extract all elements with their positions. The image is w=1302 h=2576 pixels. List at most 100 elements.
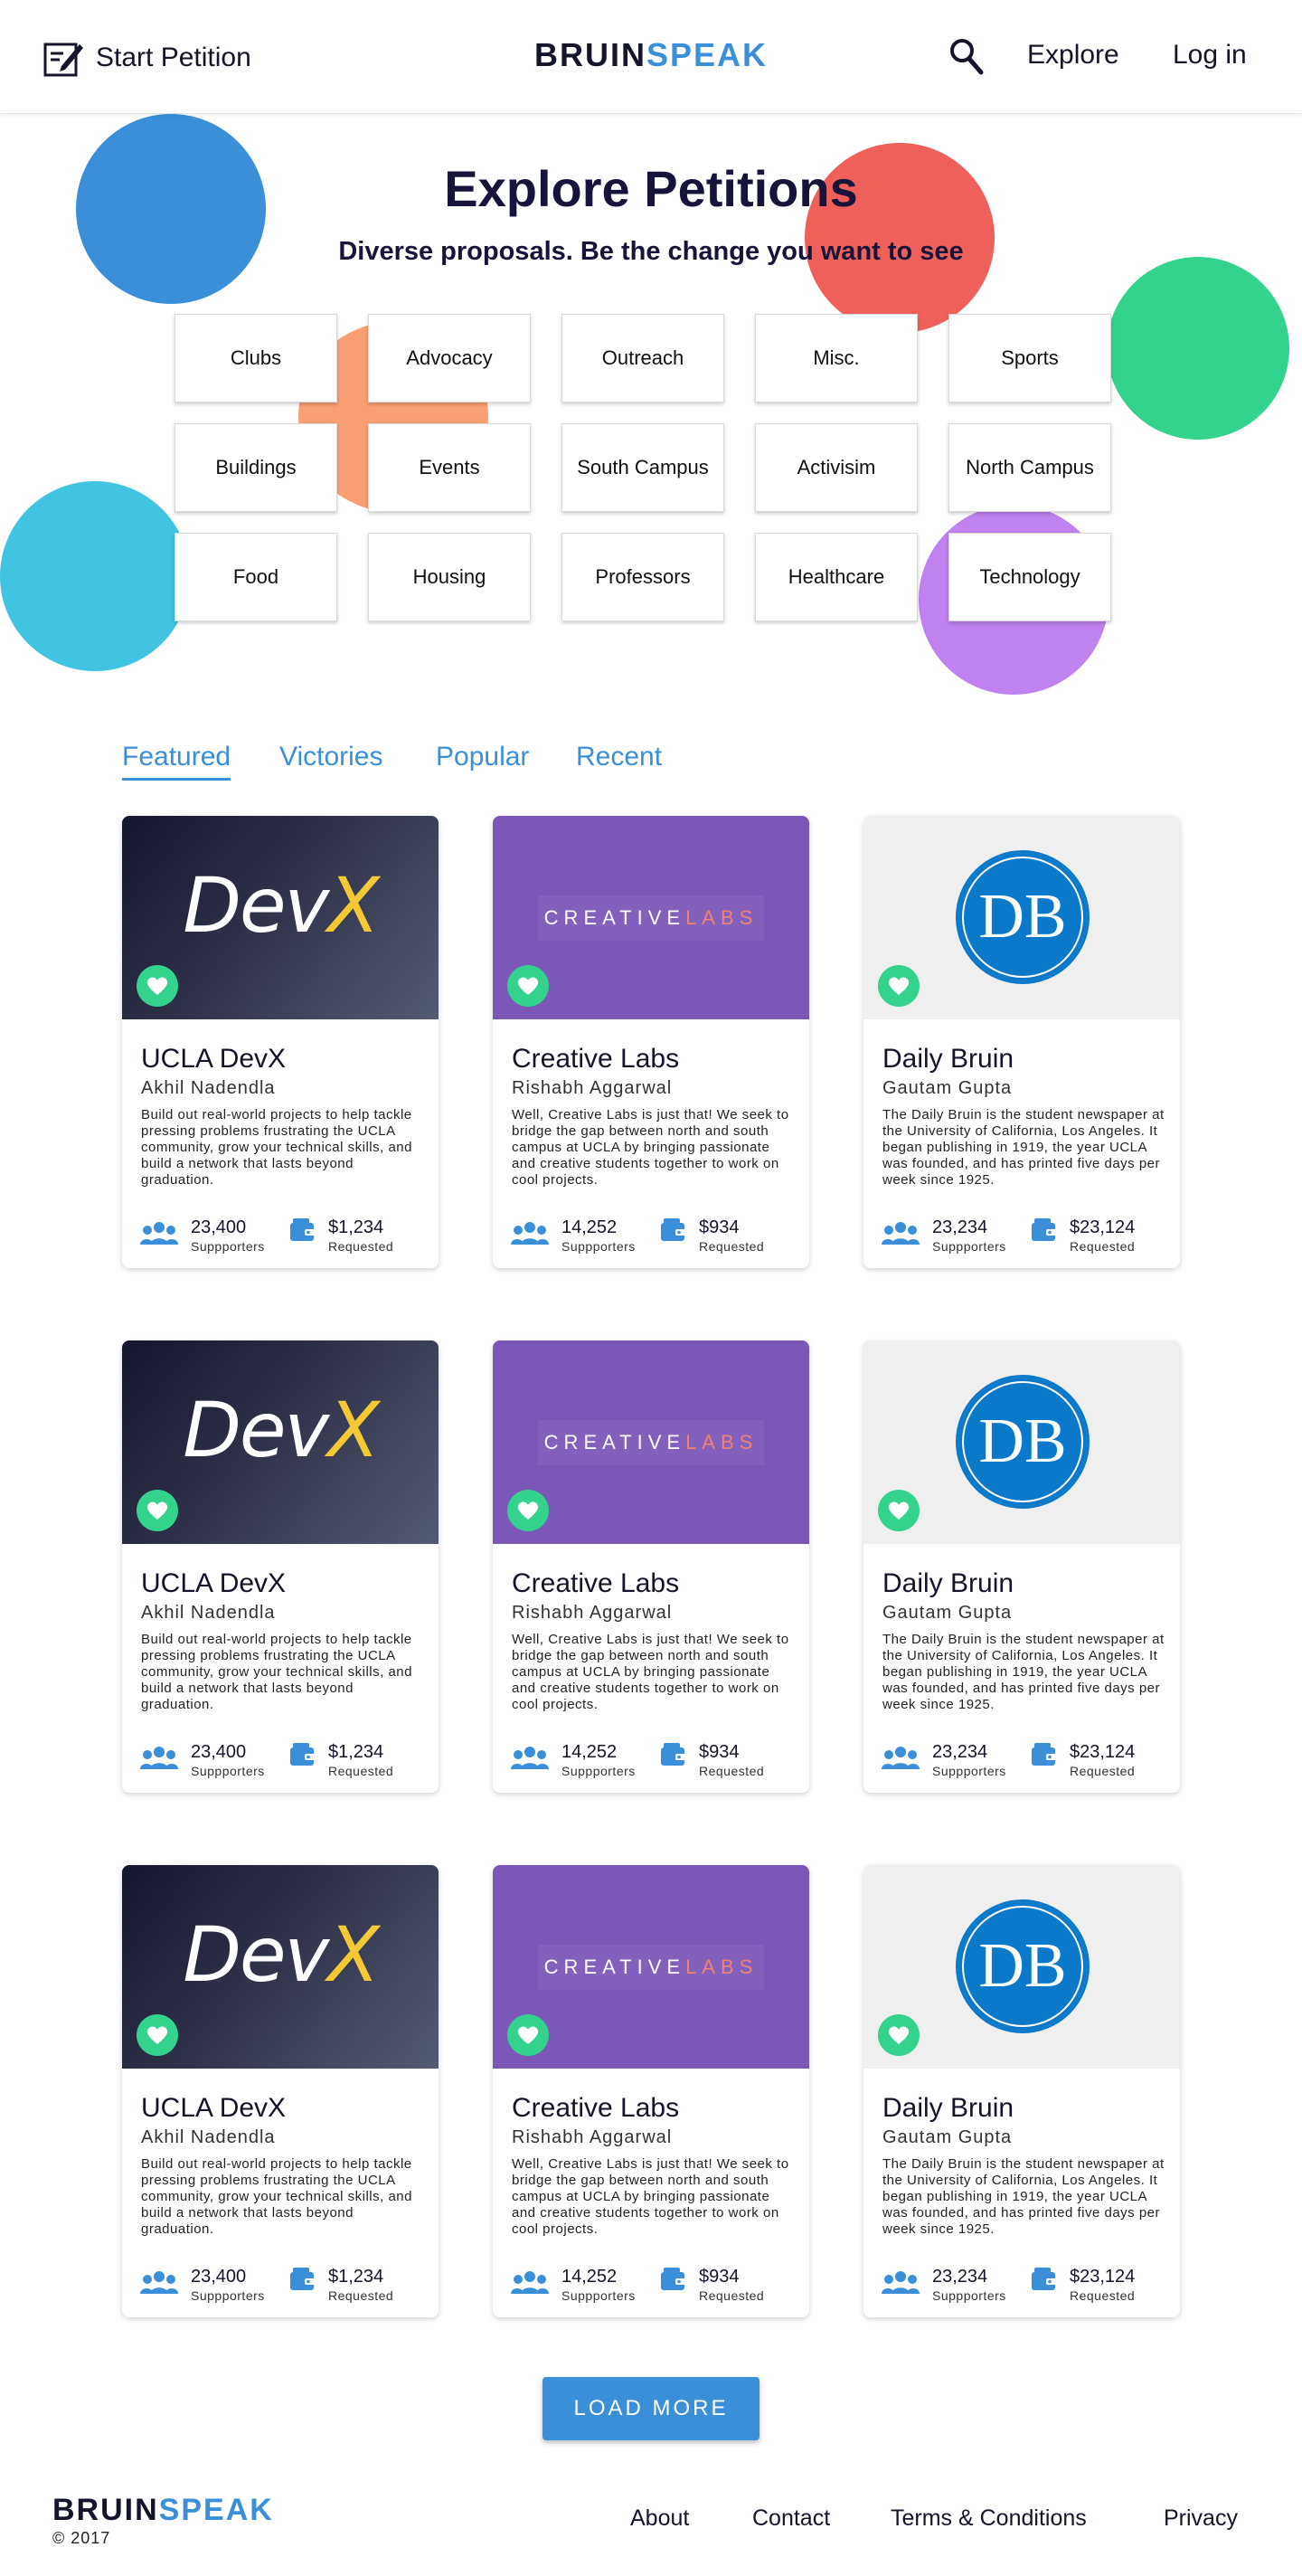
footer-link-contact[interactable]: Contact: [752, 2505, 830, 2532]
card-author: Rishabh Aggarwal: [512, 1603, 673, 1623]
petition-card[interactable]: CREATIVE LABS Creative Labs Rishabh Aggar…: [493, 1865, 809, 2317]
supporters-count: 23,234: [932, 2267, 988, 2287]
tab-featured[interactable]: Featured: [122, 742, 231, 781]
load-more-button[interactable]: LOAD MORE: [542, 2377, 760, 2440]
supporters-icon: [140, 2271, 178, 2294]
supporters-label: Suppporters: [932, 1239, 1006, 1254]
card-description: Well, Creative Labs is just that! We see…: [512, 2156, 789, 2237]
category-healthcare[interactable]: Healthcare: [755, 533, 918, 621]
heart-icon[interactable]: [878, 965, 920, 1007]
creative-labs-logo: CREATIVE LABS: [538, 895, 764, 941]
category-events[interactable]: Events: [368, 423, 531, 512]
edit-document-icon: [43, 43, 83, 77]
heart-icon[interactable]: [507, 1490, 549, 1531]
card-title: Daily Bruin: [882, 1568, 1014, 1598]
daily-bruin-logo: DB: [956, 1375, 1090, 1509]
card-author: Gautam Gupta: [882, 1603, 1013, 1623]
category-food[interactable]: Food: [175, 533, 337, 621]
supporters-label: Suppporters: [932, 2288, 1006, 2303]
supporters-count: 14,252: [561, 1742, 618, 1762]
category-outreach[interactable]: Outreach: [561, 314, 724, 402]
requested-amount: $23,124: [1070, 2267, 1136, 2287]
tab-popular[interactable]: Popular: [436, 742, 529, 772]
search-icon[interactable]: [949, 38, 984, 76]
category-housing[interactable]: Housing: [368, 533, 531, 621]
card-author: Akhil Nadendla: [141, 1078, 276, 1098]
card-description: Build out real-world projects to help ta…: [141, 1107, 412, 1188]
supporters-icon: [882, 1222, 920, 1245]
category-professors[interactable]: Professors: [561, 533, 724, 621]
heart-icon[interactable]: [878, 2014, 920, 2056]
supporters-label: Suppporters: [191, 2288, 265, 2303]
category-advocacy[interactable]: Advocacy: [368, 314, 531, 402]
card-title: UCLA DevX: [141, 2093, 287, 2123]
card-title: Creative Labs: [512, 1044, 680, 1074]
footer-link-terms[interactable]: Terms & Conditions: [891, 2505, 1087, 2532]
category-buildings[interactable]: Buildings: [175, 423, 337, 512]
wallet-icon: [661, 1743, 686, 1766]
supporters-icon: [140, 1222, 178, 1245]
petition-card[interactable]: DB Daily Bruin Gautam Gupta The Daily Br…: [863, 1865, 1180, 2317]
category-misc[interactable]: Misc.: [755, 314, 918, 402]
requested-label: Requested: [1070, 1239, 1136, 1254]
tab-recent[interactable]: Recent: [576, 742, 662, 772]
heart-icon[interactable]: [137, 2014, 178, 2056]
petition-card[interactable]: CREATIVE LABS Creative Labs Rishabh Aggar…: [493, 816, 809, 1268]
requested-amount: $23,124: [1070, 1217, 1136, 1237]
card-description: Build out real-world projects to help ta…: [141, 1632, 412, 1712]
heart-icon[interactable]: [137, 965, 178, 1007]
supporters-count: 14,252: [561, 1217, 618, 1237]
start-petition-link[interactable]: Start Petition: [43, 38, 251, 78]
supporters-label: Suppporters: [561, 1764, 636, 1778]
requested-label: Requested: [1070, 1764, 1136, 1778]
explore-link[interactable]: Explore: [1027, 40, 1119, 71]
category-clubs[interactable]: Clubs: [175, 314, 337, 402]
supporters-count: 23,400: [191, 1217, 247, 1237]
logo-speak: SPEAK: [646, 36, 769, 73]
tab-victories[interactable]: Victories: [279, 742, 383, 772]
page-subtitle: Diverse proposals. Be the change you wan…: [338, 237, 964, 266]
requested-amount: $23,124: [1070, 1742, 1136, 1762]
login-link[interactable]: Log in: [1173, 40, 1247, 71]
requested-label: Requested: [328, 2288, 394, 2303]
footer-logo[interactable]: BRUINSPEAK: [52, 2493, 274, 2528]
card-author: Akhil Nadendla: [141, 1603, 276, 1623]
wallet-icon: [661, 2268, 686, 2290]
card-author: Gautam Gupta: [882, 1078, 1013, 1098]
card-title: Daily Bruin: [882, 1044, 1014, 1074]
wallet-icon: [1032, 1218, 1057, 1241]
heart-icon[interactable]: [507, 965, 549, 1007]
supporters-label: Suppporters: [191, 1239, 265, 1254]
page-title: Explore Petitions: [444, 160, 858, 217]
creative-labs-logo: CREATIVE LABS: [538, 1420, 764, 1465]
petition-card[interactable]: DevX UCLA DevX Akhil Nadendla Build out …: [122, 1865, 439, 2317]
supporters-label: Suppporters: [932, 1764, 1006, 1778]
petition-card[interactable]: CREATIVE LABS Creative Labs Rishabh Aggar…: [493, 1340, 809, 1793]
supporters-count: 23,234: [932, 1217, 988, 1237]
heart-icon[interactable]: [878, 1490, 920, 1531]
card-title: Creative Labs: [512, 1568, 680, 1598]
category-north-campus[interactable]: North Campus: [948, 423, 1111, 512]
supporters-icon: [511, 1747, 549, 1769]
petition-card[interactable]: DevX UCLA DevX Akhil Nadendla Build out …: [122, 1340, 439, 1793]
footer-link-privacy[interactable]: Privacy: [1164, 2505, 1238, 2532]
top-nav-bar: Start Petition BRUINSPEAK Explore Log in: [0, 0, 1302, 114]
category-south-campus[interactable]: South Campus: [561, 423, 724, 512]
requested-amount: $1,234: [328, 1742, 384, 1762]
category-technology[interactable]: Technology: [948, 533, 1111, 621]
petition-card[interactable]: DB Daily Bruin Gautam Gupta The Daily Br…: [863, 816, 1180, 1268]
requested-label: Requested: [699, 2288, 765, 2303]
category-activism[interactable]: Activisim: [755, 423, 918, 512]
petition-card[interactable]: DevX UCLA DevX Akhil Nadendla Build out …: [122, 816, 439, 1268]
category-sports[interactable]: Sports: [948, 314, 1111, 402]
logo-bruin: BRUIN: [533, 36, 646, 73]
petition-card[interactable]: DB Daily Bruin Gautam Gupta The Daily Br…: [863, 1340, 1180, 1793]
wallet-icon: [661, 1218, 686, 1241]
requested-label: Requested: [699, 1764, 765, 1778]
devx-logo: DevX: [183, 1910, 380, 1999]
heart-icon[interactable]: [137, 1490, 178, 1531]
footer-link-about[interactable]: About: [630, 2505, 689, 2532]
heart-icon[interactable]: [507, 2014, 549, 2056]
supporters-label: Suppporters: [561, 1239, 636, 1254]
start-petition-label: Start Petition: [96, 43, 251, 72]
